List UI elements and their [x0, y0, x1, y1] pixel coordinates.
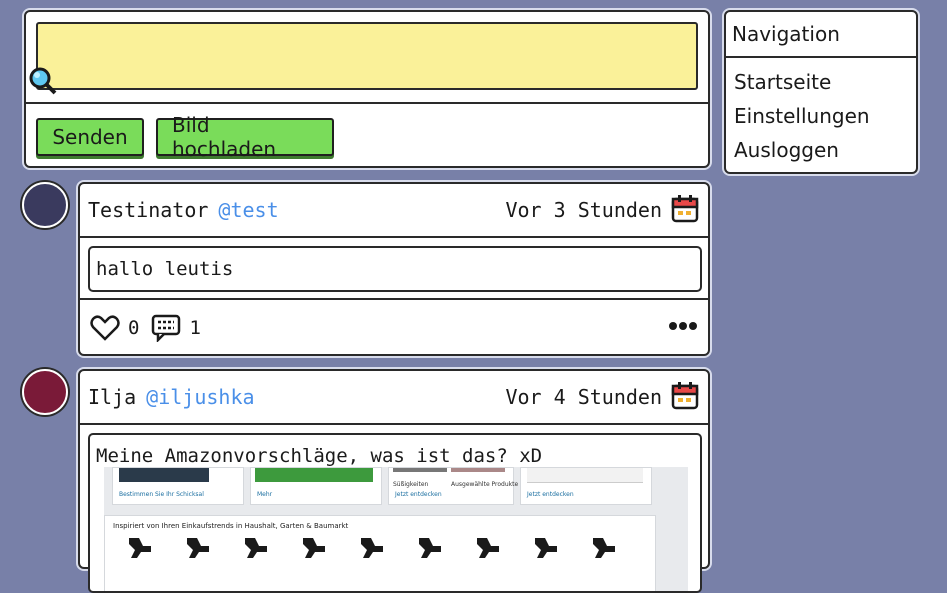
calendar-icon: [671, 382, 699, 410]
image-card-label: Jetzt entdecken: [527, 491, 574, 498]
navigation-title: Navigation: [732, 22, 840, 46]
upload-image-button[interactable]: Bild hochladen: [156, 113, 334, 161]
stand-icon: [129, 538, 151, 558]
nav-item-home[interactable]: Startseite: [734, 70, 831, 94]
stand-icon: [361, 538, 383, 558]
image-card-label: Ausgewählte Produkte: [451, 481, 519, 488]
image-card-label: Süßigkeiten: [393, 481, 429, 488]
image-thumbnail: [527, 468, 643, 483]
search-icon[interactable]: [28, 66, 58, 96]
navigation-divider: [726, 56, 916, 58]
comment-icon[interactable]: [151, 314, 181, 342]
image-card: Mehr: [250, 467, 382, 505]
post-divider: [80, 298, 708, 300]
image-card-label: Jetzt entdecken: [395, 491, 442, 498]
navigation-panel: Navigation Startseite Einstellungen Ausl…: [724, 10, 918, 174]
image-section-title: Inspiriert von Ihren Einkaufstrends in H…: [113, 522, 349, 530]
post-author-line: Ilja @iljushka: [88, 385, 255, 409]
stand-icon: [477, 538, 499, 558]
post-divider: [80, 236, 708, 238]
post-divider: [80, 423, 708, 425]
avatar[interactable]: [22, 369, 68, 415]
nav-item-logout[interactable]: Ausloggen: [734, 138, 839, 162]
post-text: hallo leutis: [96, 258, 234, 280]
post-timestamp: Vor 3 Stunden: [505, 198, 662, 222]
stand-icon: [187, 538, 209, 558]
post-image[interactable]: Bestimmen Sie Ihr Schicksal Mehr Süßigke…: [104, 467, 688, 591]
compose-divider: [26, 102, 708, 104]
post-handle[interactable]: @iljushka: [146, 385, 254, 409]
image-thumbnail: [255, 468, 373, 482]
stand-icon: [419, 538, 441, 558]
post-handle[interactable]: @test: [218, 198, 278, 222]
image-card: Inspiriert von Ihren Einkaufstrends in H…: [104, 515, 656, 591]
image-card: Jetzt entdecken: [520, 467, 652, 505]
post-card: Ilja @iljushka Vor 4 Stunden Meine Amazon…: [78, 369, 710, 593]
post-author-line: Testinator @test: [88, 198, 279, 222]
more-icon[interactable]: [668, 320, 698, 332]
image-thumbnail: [119, 468, 209, 482]
post-body: Meine Amazonvorschläge, was ist das? xD …: [88, 433, 702, 593]
avatar[interactable]: [22, 182, 68, 228]
stand-icon: [535, 538, 557, 558]
send-button[interactable]: Senden: [36, 118, 144, 156]
image-card-label: Bestimmen Sie Ihr Schicksal: [119, 491, 204, 498]
heart-icon[interactable]: [90, 315, 120, 341]
post-body: hallo leutis: [88, 246, 702, 292]
image-thumbnail: [451, 468, 505, 472]
image-card-label: Mehr: [257, 491, 273, 498]
image-thumbnail: [393, 468, 447, 472]
compose-panel: Senden Bild hochladen: [24, 10, 710, 168]
post-timestamp: Vor 4 Stunden: [505, 385, 662, 409]
compose-input[interactable]: [36, 22, 698, 90]
image-card: Süßigkeiten Ausgewählte Produkte Jetzt e…: [388, 467, 518, 505]
nav-item-settings[interactable]: Einstellungen: [734, 104, 870, 128]
post-author[interactable]: Testinator: [88, 198, 208, 222]
post-text: Meine Amazonvorschläge, was ist das? xD: [96, 445, 543, 467]
image-card: Bestimmen Sie Ihr Schicksal: [112, 467, 244, 505]
like-count: 0: [128, 317, 140, 339]
calendar-icon: [671, 195, 699, 223]
post-card: Testinator @test Vor 3 Stunden hallo leut…: [78, 182, 710, 356]
stand-icon: [303, 538, 325, 558]
post-actions: 0 1: [90, 314, 213, 342]
stand-icon: [593, 538, 615, 558]
stand-icon: [245, 538, 267, 558]
comment-count: 1: [189, 317, 201, 339]
post-author[interactable]: Ilja: [88, 385, 136, 409]
